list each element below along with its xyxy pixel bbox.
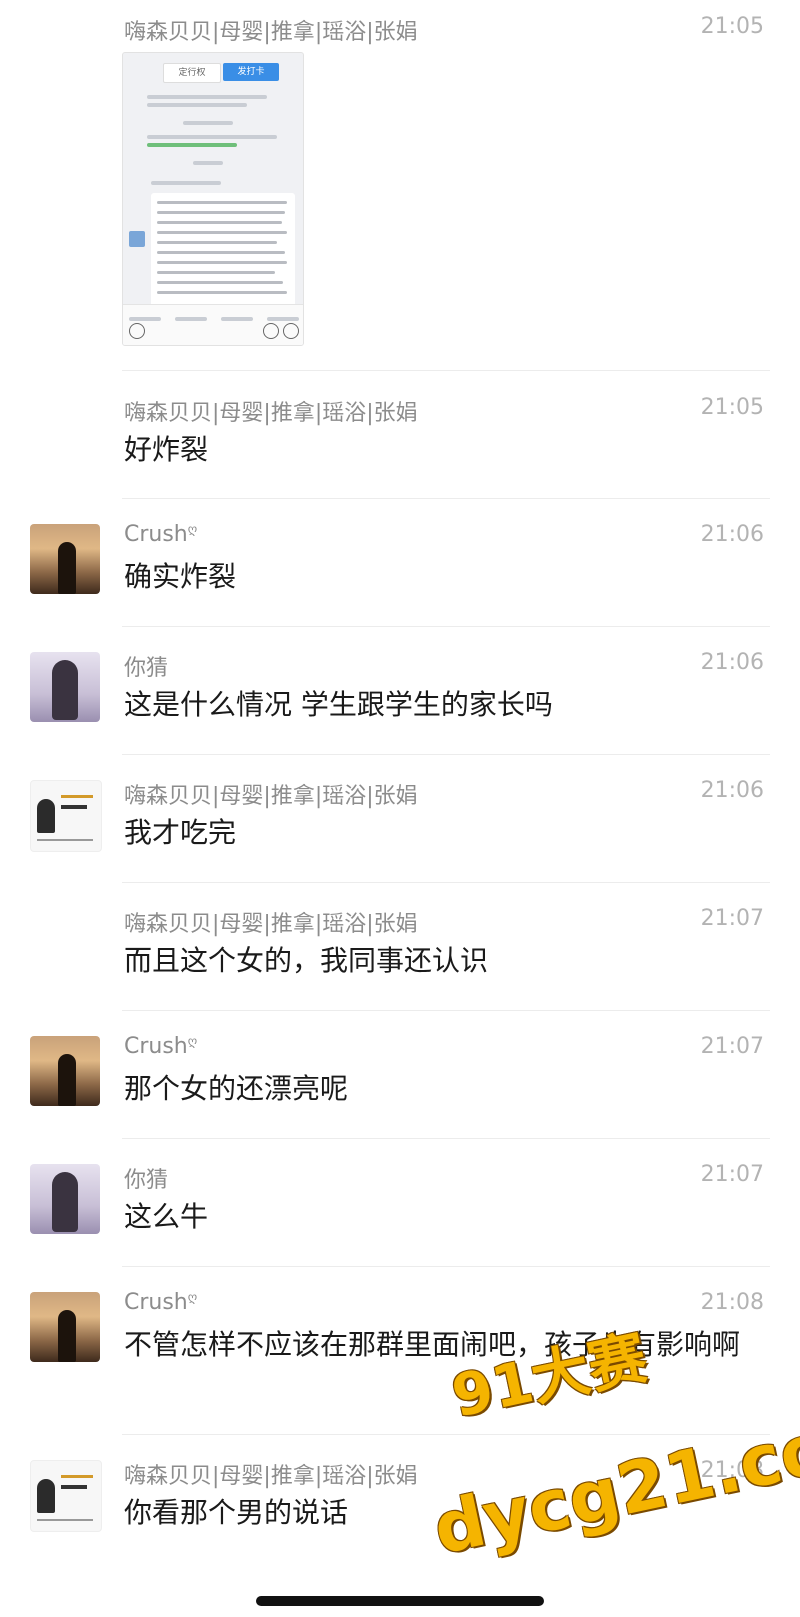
- sender-name: 嗨森贝贝|母婴|推拿|瑶浴|张娟: [124, 401, 418, 426]
- sender-name: Crushღ: [124, 1290, 198, 1315]
- sunset-girl-avatar[interactable]: [30, 1292, 100, 1362]
- plus-icon: [283, 323, 299, 339]
- heart-icon: ღ: [187, 1034, 198, 1048]
- message-text: 那个女的还漂亮呢: [124, 1072, 349, 1105]
- message-time: 21:06: [700, 778, 764, 803]
- emoji-icon: [263, 323, 279, 339]
- message-text: 好炸裂: [124, 433, 209, 466]
- business-card-avatar[interactable]: [30, 780, 102, 852]
- voice-icon: [129, 323, 145, 339]
- sender-name: Crushღ: [124, 1034, 198, 1059]
- message-row[interactable]: Crushღ 21:07 那个女的还漂亮呢: [0, 1024, 800, 1136]
- message-row[interactable]: Crushღ 21:08 不管怎样不应该在那群里面闹吧，孩子也有影响啊: [0, 1280, 800, 1430]
- heart-icon: ღ: [187, 522, 198, 536]
- message-time: 21:07: [700, 906, 764, 931]
- message-row[interactable]: 你猜 21:06 这是什么情况 学生跟学生的家长吗: [0, 640, 800, 752]
- sender-name: 你猜: [124, 656, 169, 681]
- sender-name: 你猜: [124, 1168, 169, 1193]
- message-text: 这是什么情况 学生跟学生的家长吗: [124, 688, 553, 721]
- sender-name: 嗨森贝贝|母婴|推拿|瑶浴|张娟: [124, 1464, 418, 1489]
- message-text: 而且这个女的，我同事还认识: [124, 944, 489, 977]
- sender-name: 嗨森贝贝|母婴|推拿|瑶浴|张娟: [124, 20, 418, 45]
- message-text: 不管怎样不应该在那群里面闹吧，孩子也有影响啊: [124, 1328, 741, 1361]
- long-hair-girl-avatar[interactable]: [30, 1164, 100, 1234]
- message-text: 这么牛: [124, 1200, 209, 1233]
- sender-name: 嗨森贝贝|母婴|推拿|瑶浴|张娟: [124, 912, 418, 937]
- business-card-avatar[interactable]: [30, 1460, 102, 1532]
- shared-screenshot-image[interactable]: 定行权 发打卡: [122, 52, 304, 346]
- message-time: 21:07: [700, 1034, 764, 1059]
- message-time: 21:08: [700, 1290, 764, 1315]
- thumb-button-left: 定行权: [163, 63, 221, 83]
- message-row[interactable]: 嗨森贝贝|母婴|推拿|瑶浴|张娟 21:06 我才吃完: [0, 768, 800, 880]
- message-row[interactable]: 嗨森贝贝|母婴|推拿|瑶浴|张娟 21:05 定行权 发打卡: [0, 0, 800, 370]
- sender-name: Crushღ: [124, 522, 198, 547]
- sender-name: 嗨森贝贝|母婴|推拿|瑶浴|张娟: [124, 784, 418, 809]
- user-avatar-icon: [129, 231, 145, 247]
- message-row[interactable]: 嗨森贝贝|母婴|推拿|瑶浴|张娟 21:07 而且这个女的，我同事还认识: [0, 896, 800, 1008]
- heart-icon: ღ: [187, 1290, 198, 1304]
- sunset-girl-avatar[interactable]: [30, 524, 100, 594]
- long-hair-girl-avatar[interactable]: [30, 652, 100, 722]
- message-time: 21:05: [700, 395, 764, 420]
- message-row[interactable]: Crushღ 21:06 确实炸裂: [0, 512, 800, 624]
- message-text: 我才吃完: [124, 816, 237, 849]
- message-text: 确实炸裂: [124, 560, 237, 593]
- input-bar: [123, 304, 303, 345]
- message-row[interactable]: 嗨森贝贝|母婴|推拿|瑶浴|张娟 21:05 好炸裂: [0, 385, 800, 495]
- message-time: 21:05: [700, 14, 764, 39]
- message-row[interactable]: 你猜 21:07 这么牛: [0, 1152, 800, 1264]
- sunset-girl-avatar[interactable]: [30, 1036, 100, 1106]
- home-indicator[interactable]: [256, 1596, 544, 1606]
- message-time: 21:07: [700, 1162, 764, 1187]
- message-time: 21:06: [700, 650, 764, 675]
- thumb-button-right: 发打卡: [223, 63, 279, 81]
- message-time: 21:06: [700, 522, 764, 547]
